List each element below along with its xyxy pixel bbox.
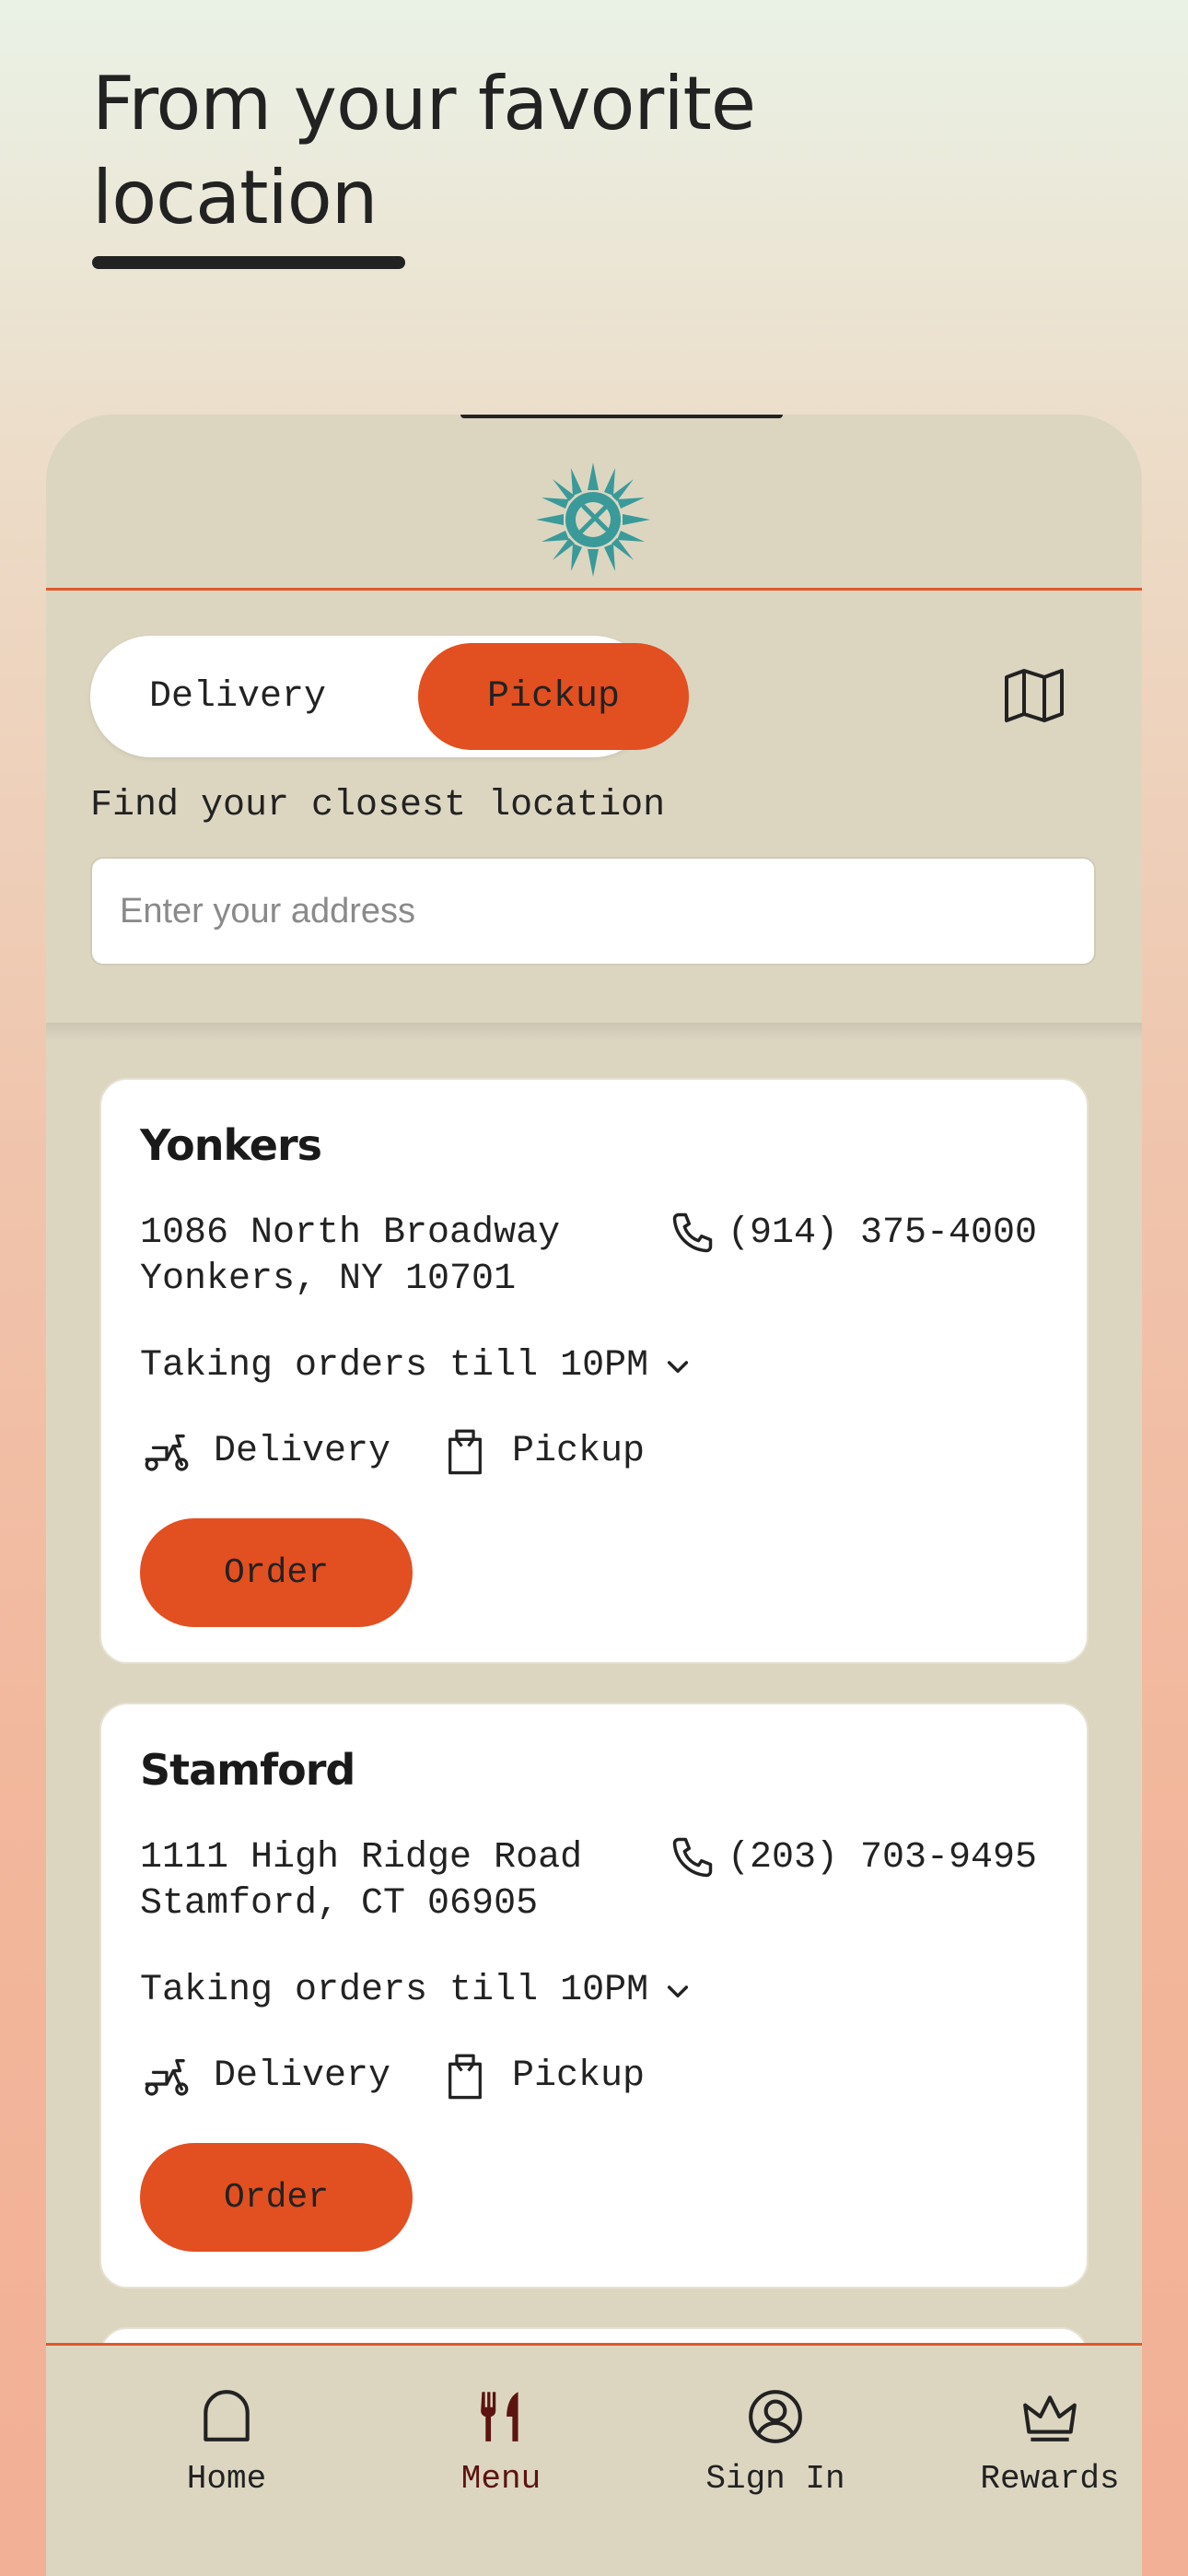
scooter-icon bbox=[145, 2059, 189, 2096]
address-line-2: Yonkers, NY 10701 bbox=[140, 1259, 517, 1300]
hours-text: Taking orders till 10PM bbox=[140, 1970, 649, 2011]
delivery-service: Delivery bbox=[140, 1424, 390, 1478]
bag-icon bbox=[448, 1429, 482, 1475]
crown-icon bbox=[1023, 2395, 1077, 2441]
fork-knife-icon bbox=[481, 2392, 518, 2441]
order-button[interactable]: Order bbox=[140, 2143, 413, 2252]
phone-link[interactable]: (914) 375-4000 bbox=[669, 1209, 1037, 1257]
find-location-label: Find your closest location bbox=[90, 785, 666, 826]
phone-number: (914) 375-4000 bbox=[728, 1212, 1038, 1254]
address-line-1: 1111 High Ridge Road bbox=[140, 1837, 583, 1879]
location-address: 1111 High Ridge Road Stamford, CT 06905 bbox=[140, 1835, 582, 1927]
app-frame: Delivery Pickup Find your closest locati… bbox=[46, 415, 1142, 2576]
delivery-label: Delivery bbox=[214, 1430, 391, 1472]
phone-icon bbox=[672, 1212, 713, 1253]
order-button[interactable]: Order bbox=[140, 1518, 413, 1627]
nav-rewards[interactable]: Rewards bbox=[949, 2386, 1142, 2498]
pickup-service: Pickup bbox=[438, 2049, 645, 2102]
pickup-label: Pickup bbox=[512, 2055, 646, 2097]
hours-dropdown[interactable]: Taking orders till 10PM bbox=[140, 1345, 693, 1387]
phone-number: (203) 703-9495 bbox=[728, 1836, 1038, 1879]
pickup-label: Pickup bbox=[512, 1430, 646, 1472]
nav-menu[interactable]: Menu bbox=[400, 2386, 602, 2498]
nav-sign-in-label: Sign In bbox=[705, 2460, 845, 2498]
phone-link[interactable]: (203) 703-9495 bbox=[669, 1833, 1037, 1881]
location-card: Stamford 1111 High Ridge Road Stamford, … bbox=[99, 1703, 1089, 2289]
nav-home-label: Home bbox=[186, 2460, 267, 2498]
chevron-down-icon bbox=[668, 1360, 689, 1373]
panel-shadow bbox=[46, 1023, 1142, 1041]
bottom-nav: Home Menu Sign In Rewards bbox=[46, 2343, 1142, 2576]
hero-underline bbox=[92, 256, 405, 269]
location-address: 1086 North Broadway Yonkers, NY 10701 bbox=[140, 1211, 560, 1303]
delivery-service: Delivery bbox=[140, 2049, 390, 2102]
nav-rewards-label: Rewards bbox=[980, 2460, 1120, 2498]
delivery-option[interactable]: Delivery bbox=[99, 643, 376, 750]
hero-title: From your favorite location bbox=[92, 61, 756, 240]
address-line-2: Stamford, CT 06905 bbox=[140, 1883, 539, 1925]
header-divider bbox=[46, 588, 1142, 591]
device-notch bbox=[460, 415, 783, 418]
hours-dropdown[interactable]: Taking orders till 10PM bbox=[140, 1970, 693, 2011]
location-name: Yonkers bbox=[140, 1120, 322, 1170]
pickup-option[interactable]: Pickup bbox=[418, 643, 689, 750]
map-icon[interactable] bbox=[1004, 668, 1065, 723]
nav-menu-label: Menu bbox=[460, 2460, 542, 2498]
bag-icon bbox=[448, 2054, 482, 2100]
location-card: Yonkers 1086 North Broadway Yonkers, NY … bbox=[99, 1078, 1089, 1664]
user-circle-icon bbox=[749, 2390, 802, 2443]
scooter-icon bbox=[145, 1434, 189, 1471]
home-icon bbox=[204, 2390, 250, 2441]
pickup-service: Pickup bbox=[438, 1424, 645, 1478]
nav-sign-in[interactable]: Sign In bbox=[674, 2386, 877, 2498]
chevron-down-icon bbox=[668, 1985, 689, 1997]
hours-text: Taking orders till 10PM bbox=[140, 1345, 649, 1387]
address-input[interactable] bbox=[90, 857, 1096, 966]
address-line-1: 1086 North Broadway bbox=[140, 1212, 561, 1254]
brand-logo-icon bbox=[536, 463, 650, 577]
order-mode-toggle[interactable]: Delivery Pickup bbox=[90, 636, 689, 757]
nav-home[interactable]: Home bbox=[125, 2386, 328, 2498]
phone-icon bbox=[672, 1837, 713, 1878]
delivery-label: Delivery bbox=[214, 2055, 391, 2097]
location-name: Stamford bbox=[140, 1745, 355, 1795]
